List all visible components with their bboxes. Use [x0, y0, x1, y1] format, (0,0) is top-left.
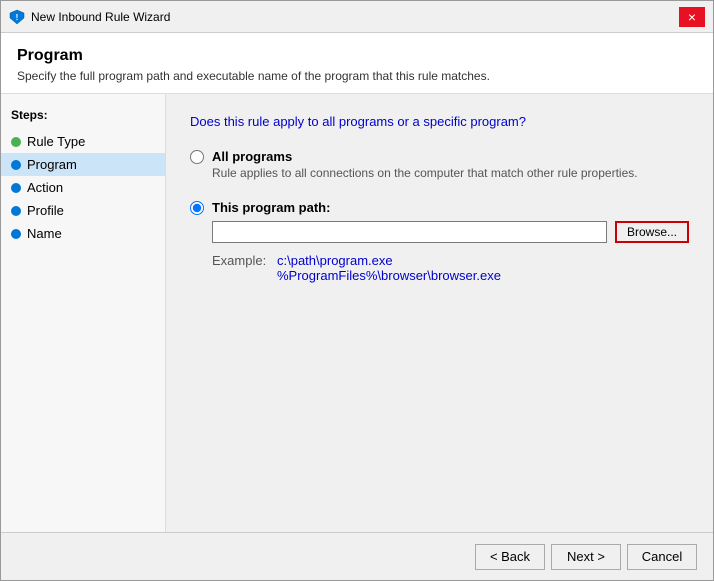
sidebar-label-action: Action	[27, 180, 63, 195]
example-label: Example:	[212, 253, 277, 283]
example-paths: c:\path\program.exe %ProgramFiles%\brows…	[277, 253, 501, 283]
sidebar-label-program: Program	[27, 157, 77, 172]
next-button[interactable]: Next >	[551, 544, 621, 570]
all-programs-desc: Rule applies to all connections on the c…	[212, 166, 689, 180]
radio-group: All programs Rule applies to all connect…	[190, 149, 689, 283]
example-row: Example: c:\path\program.exe %ProgramFil…	[212, 253, 689, 283]
title-bar-left: ! New Inbound Rule Wizard	[9, 9, 170, 25]
program-path-option: This program path: Browse... Example: c:…	[190, 200, 689, 283]
sidebar-label-profile: Profile	[27, 203, 64, 218]
example-path-2: %ProgramFiles%\browser\browser.exe	[277, 268, 501, 283]
dot-icon-rule-type	[11, 137, 21, 147]
main-content: Does this rule apply to all programs or …	[166, 94, 713, 532]
title-text: New Inbound Rule Wizard	[31, 10, 170, 24]
dialog-window: ! New Inbound Rule Wizard × Program Spec…	[0, 0, 714, 581]
sidebar-item-program[interactable]: Program	[1, 153, 165, 176]
all-programs-option: All programs Rule applies to all connect…	[190, 149, 689, 180]
program-path-row-label: This program path:	[190, 200, 689, 215]
close-button[interactable]: ×	[679, 7, 705, 27]
title-bar: ! New Inbound Rule Wizard ×	[1, 1, 713, 33]
all-programs-label[interactable]: All programs	[212, 149, 292, 164]
sidebar-item-rule-type[interactable]: Rule Type	[1, 130, 165, 153]
sidebar-item-profile[interactable]: Profile	[1, 199, 165, 222]
sidebar-item-action[interactable]: Action	[1, 176, 165, 199]
dot-icon-action	[11, 183, 21, 193]
program-path-input-row: Browse...	[212, 221, 689, 243]
example-path-1: c:\path\program.exe	[277, 253, 501, 268]
dialog-body: Steps: Rule Type Program Action Profile …	[1, 94, 713, 532]
program-path-input[interactable]	[212, 221, 607, 243]
sidebar-label-rule-type: Rule Type	[27, 134, 85, 149]
program-path-label[interactable]: This program path:	[212, 200, 330, 215]
sidebar-label-name: Name	[27, 226, 62, 241]
dot-icon-name	[11, 229, 21, 239]
dot-icon-program	[11, 160, 21, 170]
dialog-footer: < Back Next > Cancel	[1, 532, 713, 580]
page-heading: Program	[17, 47, 697, 65]
browse-button[interactable]: Browse...	[615, 221, 689, 243]
cancel-button[interactable]: Cancel	[627, 544, 697, 570]
steps-label: Steps:	[1, 104, 165, 130]
program-path-radio[interactable]	[190, 201, 204, 215]
shield-icon: !	[9, 9, 25, 25]
sidebar: Steps: Rule Type Program Action Profile …	[1, 94, 166, 532]
dialog-header: Program Specify the full program path an…	[1, 33, 713, 94]
back-button[interactable]: < Back	[475, 544, 545, 570]
all-programs-radio[interactable]	[190, 150, 204, 164]
dot-icon-profile	[11, 206, 21, 216]
svg-text:!: !	[16, 13, 19, 22]
question-text: Does this rule apply to all programs or …	[190, 114, 689, 129]
sidebar-item-name[interactable]: Name	[1, 222, 165, 245]
page-description: Specify the full program path and execut…	[17, 69, 697, 83]
all-programs-row: All programs	[190, 149, 689, 164]
